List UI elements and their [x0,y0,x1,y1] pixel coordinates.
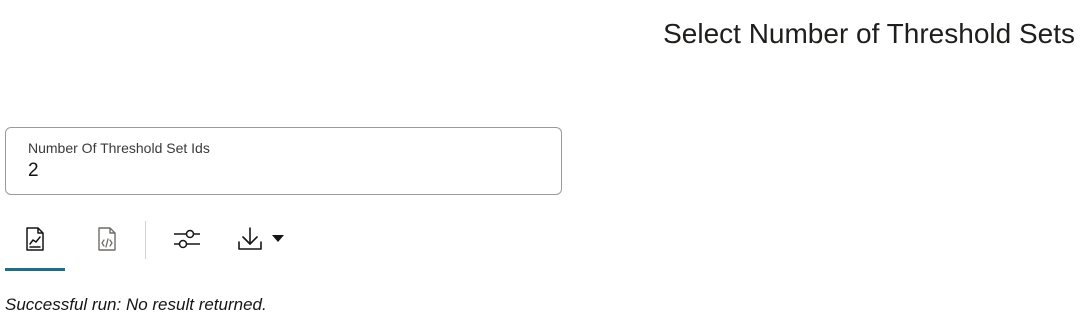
result-toolbar [5,215,325,273]
sliders-icon [172,228,202,250]
code-file-icon [95,226,119,252]
chart-view-button[interactable] [15,219,55,259]
settings-button[interactable] [167,219,207,259]
threshold-set-count-input[interactable] [28,160,528,182]
run-status-message: Successful run: No result returned. [5,295,267,314]
chart-report-icon [23,226,47,252]
threshold-set-count-field[interactable]: Number Of Threshold Set Ids [5,127,562,195]
field-label: Number Of Threshold Set Ids [28,140,210,156]
page: Select Number of Threshold Sets Number O… [0,0,1083,325]
code-view-button[interactable] [87,219,127,259]
active-tab-indicator [5,268,65,271]
download-menu-button[interactable] [227,219,293,259]
toolbar-divider [145,221,146,259]
caret-down-icon [272,235,284,243]
page-title: Select Number of Threshold Sets [663,18,1075,49]
download-icon [236,225,264,253]
